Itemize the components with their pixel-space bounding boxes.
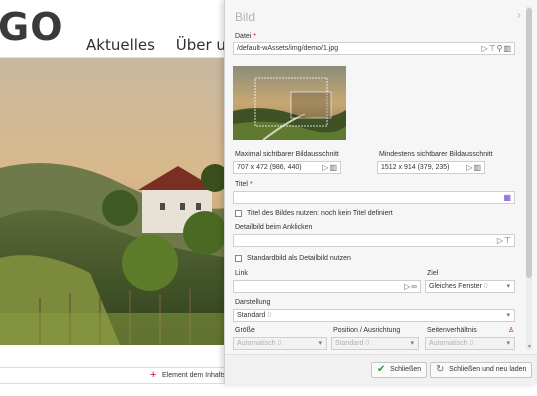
- detail-field[interactable]: ▷⊤: [233, 234, 515, 247]
- standard-detail-checkbox-label: Standardbild als Detailbild nutzen: [247, 255, 351, 262]
- chevron-down-icon: ▾: [506, 340, 510, 347]
- titel-input[interactable]: ▦: [233, 191, 515, 204]
- image-preview[interactable]: [233, 66, 346, 140]
- datei-field[interactable]: /default-wAssets/img/demo/1.jpg ▷⊤⚲▥: [233, 42, 515, 55]
- darstellung-select[interactable]: Standard 0 ▾: [233, 309, 515, 322]
- titel-label: Titel *: [235, 181, 253, 188]
- darstellung-label: Darstellung: [235, 299, 271, 306]
- image-edit-dialog: Bild › ▼ Datei * /default-wAssets/img/de…: [224, 0, 537, 384]
- plus-icon[interactable]: +: [150, 370, 156, 381]
- ratio-select[interactable]: Automatisch 0 ▾: [425, 337, 515, 350]
- arrow-cursor-icon[interactable]: ▷: [466, 163, 473, 172]
- arrow-cursor-icon[interactable]: ▷: [481, 44, 488, 53]
- link-icon[interactable]: ∞: [411, 282, 418, 291]
- add-element-label[interactable]: Element dem Inhalts: [162, 372, 226, 379]
- chevron-down-icon: ▾: [506, 312, 510, 319]
- chevron-down-icon: ▾: [410, 340, 414, 347]
- arrow-cursor-icon[interactable]: ▷: [404, 282, 411, 291]
- close-button[interactable]: ✔ Schließen: [371, 362, 428, 378]
- ziel-label: Ziel: [427, 270, 439, 277]
- trash-icon[interactable]: ▥: [473, 163, 482, 172]
- datei-label: Datei *: [235, 33, 257, 40]
- detail-label: Detailbild beim Anklicken: [235, 224, 313, 231]
- groesse-select[interactable]: Automatisch 0 ▾: [233, 337, 327, 350]
- use-title-checkbox-label: Titel des Bildes nutzen: noch kein Titel…: [247, 210, 393, 217]
- picker-icon[interactable]: ▦: [503, 193, 512, 202]
- position-select[interactable]: Standard 0 ▾: [331, 337, 419, 350]
- nav-item-aktuelles[interactable]: Aktuelles: [86, 36, 155, 54]
- min-crop-value: 1512 x 914 (379, 235): [381, 164, 450, 171]
- search-icon[interactable]: ⚲: [497, 44, 504, 53]
- trash-icon[interactable]: ▥: [503, 44, 512, 53]
- dialog-title: Bild: [235, 10, 256, 24]
- trash-icon[interactable]: ▥: [329, 163, 338, 172]
- groesse-label: Größe: [235, 327, 255, 334]
- standard-detail-checkbox[interactable]: [235, 255, 242, 262]
- close-and-reload-button[interactable]: ↻ Schließen und neu laden: [430, 362, 533, 378]
- chevron-down-icon: ▾: [506, 283, 510, 290]
- position-label: Position / Ausrichtung: [333, 327, 401, 334]
- arrow-cursor-icon[interactable]: ▷: [322, 163, 329, 172]
- max-crop-value: 707 x 472 (986, 440): [237, 164, 302, 171]
- scroll-down-icon[interactable]: ▼: [527, 344, 532, 350]
- min-crop-field[interactable]: 1512 x 914 (379, 235) ▷▥: [377, 161, 485, 174]
- reload-icon: ↻: [436, 364, 445, 375]
- check-icon: ✔: [377, 364, 386, 375]
- link-input[interactable]: ▷∞: [233, 280, 421, 293]
- filter-icon[interactable]: ⊤: [504, 236, 512, 245]
- min-crop-label: Mindestens sichtbarer Bildausschnitt: [379, 151, 493, 158]
- ratio-label: Seitenverhältnis: [427, 327, 477, 334]
- max-crop-field[interactable]: 707 x 472 (986, 440) ▷▥: [233, 161, 341, 174]
- site-logo[interactable]: GO: [0, 5, 64, 49]
- ratio-lock-icon[interactable]: ♙: [508, 326, 514, 334]
- chevron-down-icon: ▾: [318, 340, 322, 347]
- scrollbar-thumb[interactable]: [526, 8, 532, 278]
- use-title-checkbox[interactable]: [235, 210, 242, 217]
- filter-icon[interactable]: ⊤: [489, 44, 497, 53]
- max-crop-label: Maximal sichtbarer Bildausschnitt: [235, 151, 339, 158]
- dialog-footer: ✔ Schließen ↻ Schließen und neu laden: [225, 354, 537, 384]
- datei-value: /default-wAssets/img/demo/1.jpg: [237, 45, 339, 52]
- close-icon[interactable]: ›: [517, 8, 521, 22]
- add-element-bar[interactable]: + Element dem Inhalts: [0, 367, 230, 384]
- link-label: Link: [235, 270, 248, 277]
- ziel-select[interactable]: Gleiches Fenster 0 ▾: [425, 280, 515, 293]
- arrow-cursor-icon[interactable]: ▷: [497, 236, 504, 245]
